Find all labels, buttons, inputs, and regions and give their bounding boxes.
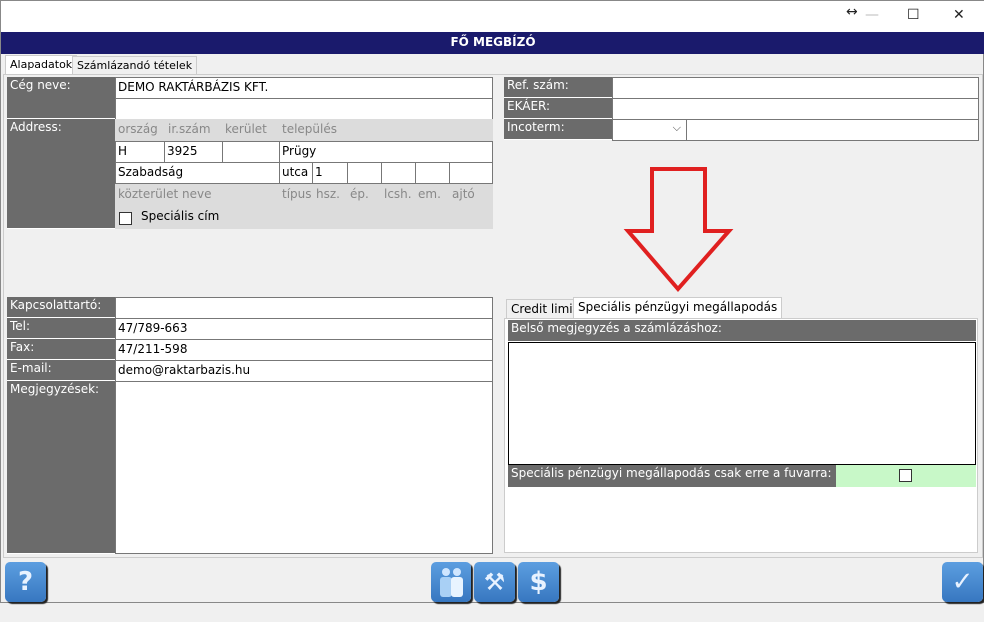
company-name-input[interactable]: DEMO RAKTÁRBÁZIS KFT. <box>115 77 493 99</box>
district-header: kerület <box>225 122 267 136</box>
internal-note-label: Belső megjegyzés a számlázáshoz: <box>508 320 976 342</box>
special-address-checkbox[interactable] <box>119 212 132 225</box>
window-title: FŐ MEGBÍZÓ <box>1 32 984 54</box>
tab-special-agreement[interactable]: Speciális pénzügyi megállapodás <box>573 297 783 318</box>
company-label: Cég neve: <box>7 77 115 119</box>
chevron-down-icon: ⌵ <box>672 121 681 134</box>
contact-person-label: Kapcsolattartó: <box>7 297 115 318</box>
tools-button[interactable]: ⚒ <box>474 562 515 602</box>
minimize-button[interactable]: — <box>865 7 879 23</box>
zip-input[interactable]: 3925 <box>164 141 223 163</box>
email-label: E-mail: <box>7 360 115 381</box>
incoterm-select[interactable]: ⌵ <box>612 119 687 141</box>
ref-label: Ref. szám: <box>504 77 612 98</box>
close-button[interactable]: ✕ <box>953 7 965 23</box>
arrow-shape <box>623 167 734 293</box>
contacts-button[interactable] <box>431 562 471 602</box>
house-number-input[interactable]: 1 <box>312 162 348 184</box>
tab-alapadatok[interactable]: Alapadatok <box>5 55 78 75</box>
building-header: ép. <box>350 187 369 201</box>
stair-header: lcsh. <box>384 187 412 201</box>
door-input[interactable] <box>449 162 493 184</box>
floor-input[interactable] <box>415 162 450 184</box>
street-header: közterület neve <box>118 187 212 201</box>
window-titlebar: ↔ — ☐ ✕ <box>1 1 984 32</box>
help-button[interactable]: ? <box>5 562 46 602</box>
notes-label: Megjegyzések: <box>7 381 115 554</box>
district-input[interactable] <box>222 141 280 163</box>
fax-input[interactable]: 47/211-598 <box>115 339 493 361</box>
country-header: ország <box>118 122 158 136</box>
tab-credit-limit[interactable]: Credit limit <box>506 299 583 318</box>
ekaer-label: EKÁER: <box>504 98 612 119</box>
ref-input[interactable] <box>612 77 979 99</box>
red-arrow-annotation <box>623 167 734 293</box>
incoterm-label: Incoterm: <box>504 119 612 140</box>
door-header: ajtó <box>452 187 475 201</box>
tel-input[interactable]: 47/789-663 <box>115 318 493 340</box>
type-header: típus <box>282 187 312 201</box>
country-input[interactable]: H <box>115 141 165 163</box>
ekaer-input[interactable] <box>612 98 979 120</box>
floor-header: em. <box>418 187 441 201</box>
city-header: település <box>282 122 337 136</box>
stair-input[interactable] <box>381 162 416 184</box>
notes-textarea[interactable] <box>115 381 493 554</box>
finance-button[interactable]: $ <box>518 562 559 602</box>
building-input[interactable] <box>347 162 382 184</box>
email-input[interactable]: demo@raktarbazis.hu <box>115 360 493 382</box>
ok-button[interactable]: ✓ <box>942 562 983 602</box>
zip-header: ir.szám <box>168 122 211 136</box>
internal-note-textarea[interactable] <box>508 342 976 465</box>
fax-label: Fax: <box>7 339 115 360</box>
tools-icon: ⚒ <box>483 568 506 596</box>
only-this-label: Speciális pénzügyi megállapodás csak err… <box>508 465 836 487</box>
address-label: Address: <box>7 119 115 229</box>
city-input[interactable]: Prügy <box>279 141 493 163</box>
tel-label: Tel: <box>7 318 115 339</box>
special-address-label: Speciális cím <box>141 209 220 223</box>
incoterm-text-input[interactable] <box>686 119 979 141</box>
maximize-button[interactable]: ☐ <box>907 7 920 23</box>
number-header: hsz. <box>316 187 340 201</box>
street-input[interactable]: Szabadság <box>115 162 280 184</box>
resize-icon[interactable]: ↔ <box>846 4 858 20</box>
company-name2-input[interactable] <box>115 98 493 120</box>
contacts-icon <box>440 568 463 597</box>
tab-szamlazando[interactable]: Számlázandó tételek <box>72 56 198 75</box>
street-type-input[interactable]: utca <box>279 162 313 184</box>
only-this-checkbox[interactable] <box>899 469 912 482</box>
contact-person-input[interactable] <box>115 297 493 319</box>
